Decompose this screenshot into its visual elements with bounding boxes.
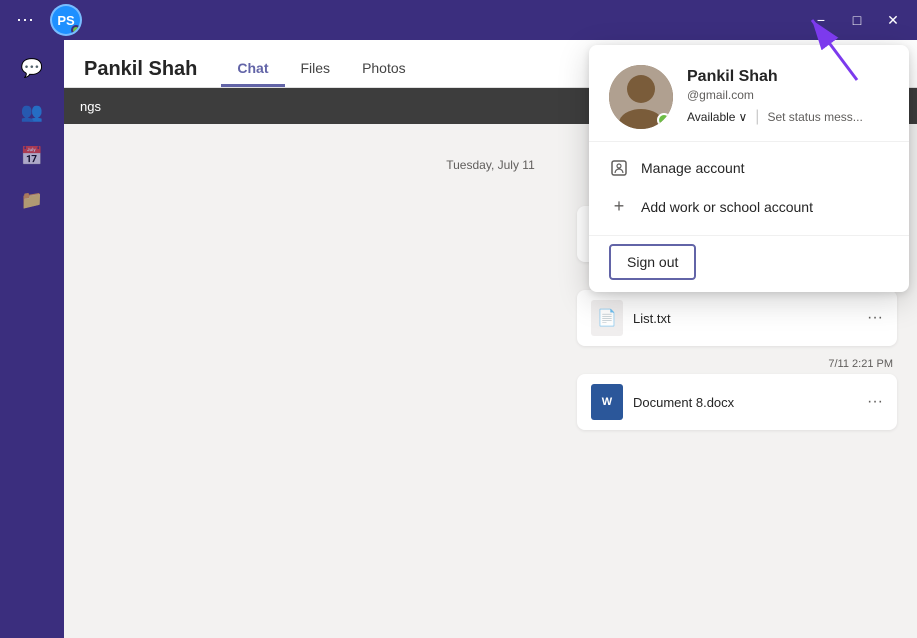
message-bubble-3: W Document 8.docx ··· [577,374,897,430]
sidebar-teams-icon[interactable]: 👥 [12,92,52,132]
tab-files[interactable]: Files [285,52,347,87]
add-account-icon: + [609,196,629,217]
file-options-2[interactable]: ··· [867,309,883,327]
profile-info: Pankil Shah @gmail.com Available ∨ | Set… [687,68,889,126]
set-status-button[interactable]: Set status mess... [767,110,862,124]
maximize-button[interactable]: □ [841,4,873,36]
sidebar: 💬 👥 📅 📁 [0,40,64,638]
manage-account-item[interactable]: Manage account [589,150,909,186]
message-bubble-2: 📄 List.txt ··· [577,290,897,346]
close-button[interactable]: ✕ [877,4,909,36]
message-group-3: 7/11 2:21 PM W Document 8.docx ··· [84,358,897,430]
sign-out-button[interactable]: Sign out [609,244,696,280]
manage-account-icon [609,160,629,176]
profile-name: Pankil Shah [687,68,889,86]
sidebar-calendar-icon[interactable]: 📅 [12,136,52,176]
profile-status-dot [657,113,671,127]
file-icon-2: 📄 [591,300,623,336]
add-account-label: Add work or school account [641,199,813,215]
message-time-3: 7/11 2:21 PM [828,358,893,370]
contact-name: Pankil Shah [84,58,197,81]
title-bar: ⋯ PS − □ ✕ [0,0,917,40]
profile-dropdown: Pankil Shah @gmail.com Available ∨ | Set… [589,45,909,292]
status-available-button[interactable]: Available ∨ [687,110,747,124]
header-tabs: Chat Files Photos [221,52,421,87]
profile-status-row: Available ∨ | Set status mess... [687,108,889,126]
tab-photos[interactable]: Photos [346,52,422,87]
status-separator: | [755,108,759,126]
profile-email: @gmail.com [687,88,889,102]
word-icon-3: W [591,384,623,420]
sidebar-chat-icon[interactable]: 💬 [12,48,52,88]
add-account-item[interactable]: + Add work or school account [589,186,909,227]
profile-avatar-button[interactable]: PS [50,4,82,36]
file-name-2: List.txt [633,311,857,326]
window-controls: − □ ✕ [805,4,909,36]
more-options-button[interactable]: ⋯ [8,4,42,37]
dropdown-menu: Manage account + Add work or school acco… [589,142,909,235]
avatar-status-indicator [71,25,81,35]
sidebar-files-icon[interactable]: 📁 [12,180,52,220]
dark-bar-text: ngs [80,99,101,114]
profile-header: Pankil Shah @gmail.com Available ∨ | Set… [589,45,909,142]
minimize-button[interactable]: − [805,4,837,36]
tab-chat[interactable]: Chat [221,52,284,87]
file-name-3: Document 8.docx [633,395,857,410]
app-window: ⋯ PS − □ ✕ 💬 👥 📅 📁 [0,0,917,638]
file-options-3[interactable]: ··· [867,393,883,411]
sign-out-section: Sign out [589,235,909,292]
manage-account-label: Manage account [641,160,745,176]
profile-avatar [609,65,673,129]
